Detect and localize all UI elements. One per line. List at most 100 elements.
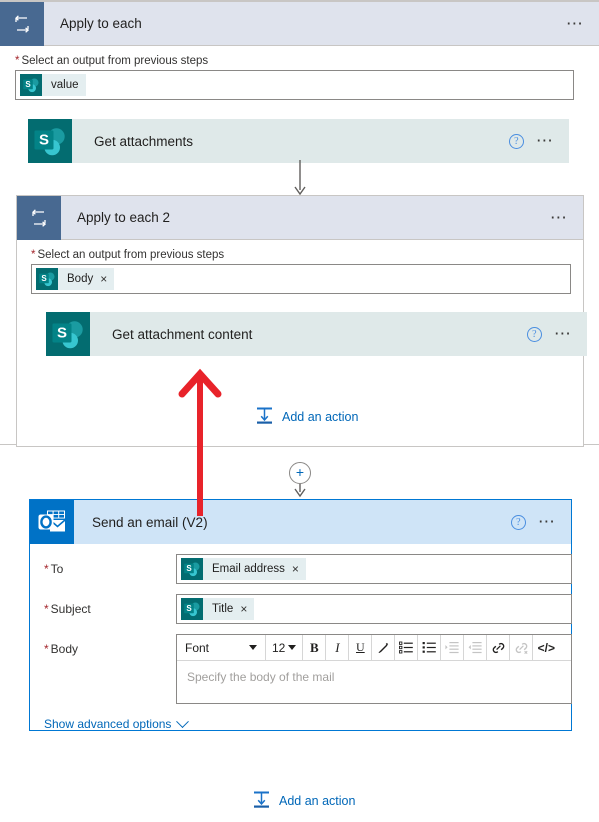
field-body: * Body Font 12 B I U </> Specify the bod… (30, 634, 572, 704)
help-icon[interactable]: ? (508, 133, 524, 149)
apply-to-each-2-header-actions: ⋯ (550, 196, 583, 239)
apply-to-each-2-body: * Select an output from previous steps S … (17, 249, 587, 424)
field-to: * To S Email address × (30, 554, 572, 584)
token-remove-icon[interactable]: × (100, 273, 114, 285)
card-send-an-email-v2[interactable]: Send an email (V2) ? ⋯ * To S Email addr… (29, 499, 572, 731)
connector-arrow-2 (294, 484, 306, 498)
underline-icon[interactable]: U (349, 635, 371, 660)
apply-to-each-2-input-label: * Select an output from previous steps (31, 249, 569, 261)
add-action-icon (253, 791, 270, 811)
remove-link-icon (510, 635, 532, 660)
numbered-list-icon[interactable] (418, 635, 440, 660)
body-placeholder[interactable]: Specify the body of the mail (177, 661, 571, 703)
token-value[interactable]: S value (20, 74, 86, 96)
required-marker: * (31, 249, 36, 261)
apply-to-each-2-input[interactable]: S Body × (31, 264, 571, 294)
apply-to-each-2-header[interactable]: Apply to each 2 ⋯ (17, 195, 583, 240)
input-label-text: Select an output from previous steps (21, 55, 209, 67)
chevron-down-icon (288, 645, 297, 650)
token-remove-icon[interactable]: × (292, 563, 306, 575)
action-title: Get attachment content (112, 326, 253, 342)
svg-text:S: S (186, 564, 192, 573)
token-remove-icon[interactable]: × (240, 603, 254, 615)
svg-text:S: S (39, 132, 49, 149)
action-get-attachment-content[interactable]: S Get attachment content ? ⋯ (46, 312, 587, 356)
flow-designer-canvas: Apply to each ⋯ * Select an output from p… (0, 0, 599, 822)
font-size-value: 12 (272, 640, 286, 655)
sharepoint-icon: S (181, 598, 203, 620)
italic-icon[interactable]: I (326, 635, 348, 660)
help-icon[interactable]: ? (526, 326, 542, 342)
apply-to-each-header-actions: ⋯ (566, 2, 599, 45)
insert-step-button[interactable]: + (289, 462, 311, 484)
send-email-header[interactable]: Send an email (V2) ? ⋯ (30, 500, 571, 544)
add-action-button-root[interactable]: Add an action (253, 791, 355, 811)
ellipsis-icon[interactable]: ⋯ (550, 209, 569, 226)
subject-input[interactable]: S Title × (176, 594, 572, 624)
add-action-button-scope-2[interactable]: Add an action (256, 407, 358, 427)
font-family-dropdown[interactable]: Font (177, 635, 265, 660)
outlook-icon (30, 500, 74, 544)
field-to-label: * To (44, 554, 176, 576)
input-label-text: Select an output from previous steps (37, 249, 225, 261)
required-marker: * (44, 642, 49, 656)
field-body-label: * Body (44, 634, 176, 656)
required-marker: * (44, 562, 49, 576)
sharepoint-icon: S (20, 74, 42, 96)
ellipsis-icon[interactable]: ⋯ (566, 15, 585, 32)
action-header-actions: ? ⋯ (508, 119, 569, 163)
loop-icon (17, 195, 61, 240)
token-label: Email address (212, 563, 285, 575)
field-label-text: Subject (50, 602, 91, 616)
ellipsis-icon[interactable]: ⋯ (536, 132, 555, 149)
loop-icon (0, 1, 44, 46)
token-label: Title (212, 603, 234, 615)
code-view-icon[interactable]: </> (533, 635, 559, 660)
advanced-options-row: Show advanced options (30, 714, 571, 731)
bold-icon[interactable]: B (303, 635, 325, 660)
text-color-icon[interactable] (372, 635, 394, 660)
token-email-address[interactable]: S Email address × (181, 558, 306, 580)
required-marker: * (15, 55, 20, 67)
chevron-down-icon (176, 714, 190, 728)
chevron-down-icon (249, 645, 257, 650)
action-get-attachments[interactable]: S Get attachments ? ⋯ (28, 119, 569, 163)
scope-apply-to-each-2[interactable]: Apply to each 2 ⋯ * Select an output from… (16, 195, 587, 447)
show-advanced-options-button[interactable]: Show advanced options (44, 714, 190, 731)
svg-text:S: S (25, 80, 31, 89)
field-body-control: Font 12 B I U </> Specify the body of th… (176, 634, 572, 704)
sharepoint-icon: S (181, 558, 203, 580)
font-family-value: Font (185, 640, 210, 655)
body-rich-text-editor[interactable]: Font 12 B I U </> Specify the body of th… (176, 634, 572, 704)
help-icon[interactable]: ? (510, 514, 526, 530)
rte-toolbar: Font 12 B I U </> (177, 635, 571, 661)
send-email-header-actions: ? ⋯ (510, 500, 571, 544)
field-subject-control: S Title × (176, 594, 572, 624)
to-input[interactable]: S Email address × (176, 554, 572, 584)
ellipsis-icon[interactable]: ⋯ (538, 513, 557, 530)
ellipsis-icon[interactable]: ⋯ (554, 325, 573, 342)
field-subject: * Subject S Title × (30, 594, 572, 624)
apply-to-each-input-label: * Select an output from previous steps (15, 55, 584, 67)
add-action-label: Add an action (282, 410, 359, 424)
apply-to-each-header[interactable]: Apply to each ⋯ (0, 1, 599, 46)
font-size-dropdown[interactable]: 12 (266, 635, 302, 660)
token-label: Body (67, 273, 94, 285)
send-email-title: Send an email (V2) (92, 514, 208, 530)
show-advanced-options-label: Show advanced options (44, 717, 172, 731)
apply-to-each-body: * Select an output from previous steps S … (0, 55, 599, 163)
insert-link-icon[interactable] (487, 635, 509, 660)
token-title[interactable]: S Title × (181, 598, 255, 620)
token-body[interactable]: S Body × (36, 268, 115, 290)
field-label-text: To (50, 562, 64, 576)
apply-to-each-2-title: Apply to each 2 (77, 210, 171, 225)
outdent-icon (464, 635, 486, 660)
bulleted-list-icon[interactable] (395, 635, 417, 660)
sharepoint-icon: S (36, 268, 58, 290)
svg-text:S: S (57, 325, 67, 342)
apply-to-each-input[interactable]: S value (15, 70, 574, 100)
action-title: Get attachments (94, 133, 194, 149)
add-action-icon (256, 407, 273, 427)
svg-text:S: S (41, 274, 47, 283)
sharepoint-icon: S (28, 119, 72, 163)
